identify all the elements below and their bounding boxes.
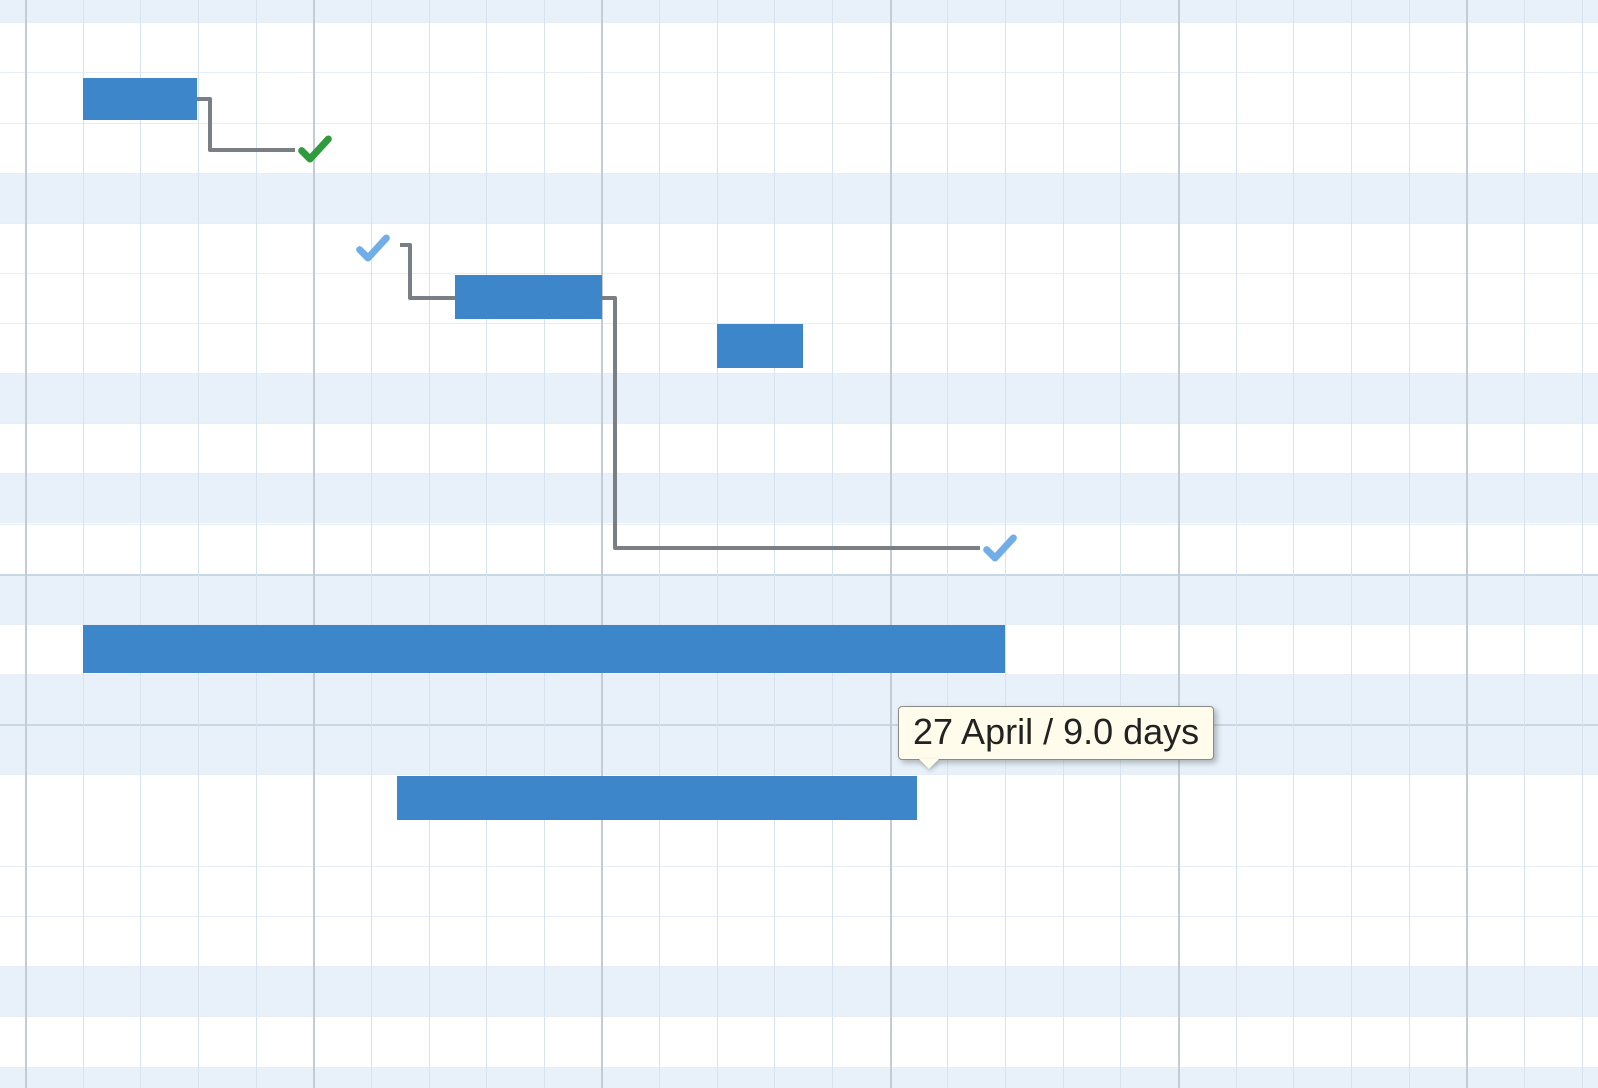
task-bar[interactable] (717, 324, 803, 368)
task-bar[interactable] (397, 776, 917, 820)
tooltip: 27 April / 9.0 days (898, 706, 1214, 760)
dependency-line (0, 0, 1598, 1088)
gantt-chart[interactable]: 27 April / 9.0 days (0, 0, 1598, 1088)
task-bar[interactable] (455, 275, 602, 319)
task-bar[interactable] (83, 78, 197, 120)
checkmark-icon[interactable] (353, 228, 393, 268)
task-bar[interactable] (83, 625, 1005, 673)
checkmark-icon[interactable] (295, 129, 335, 169)
checkmark-icon[interactable] (980, 528, 1020, 568)
tooltip-text: 27 April / 9.0 days (913, 711, 1199, 752)
